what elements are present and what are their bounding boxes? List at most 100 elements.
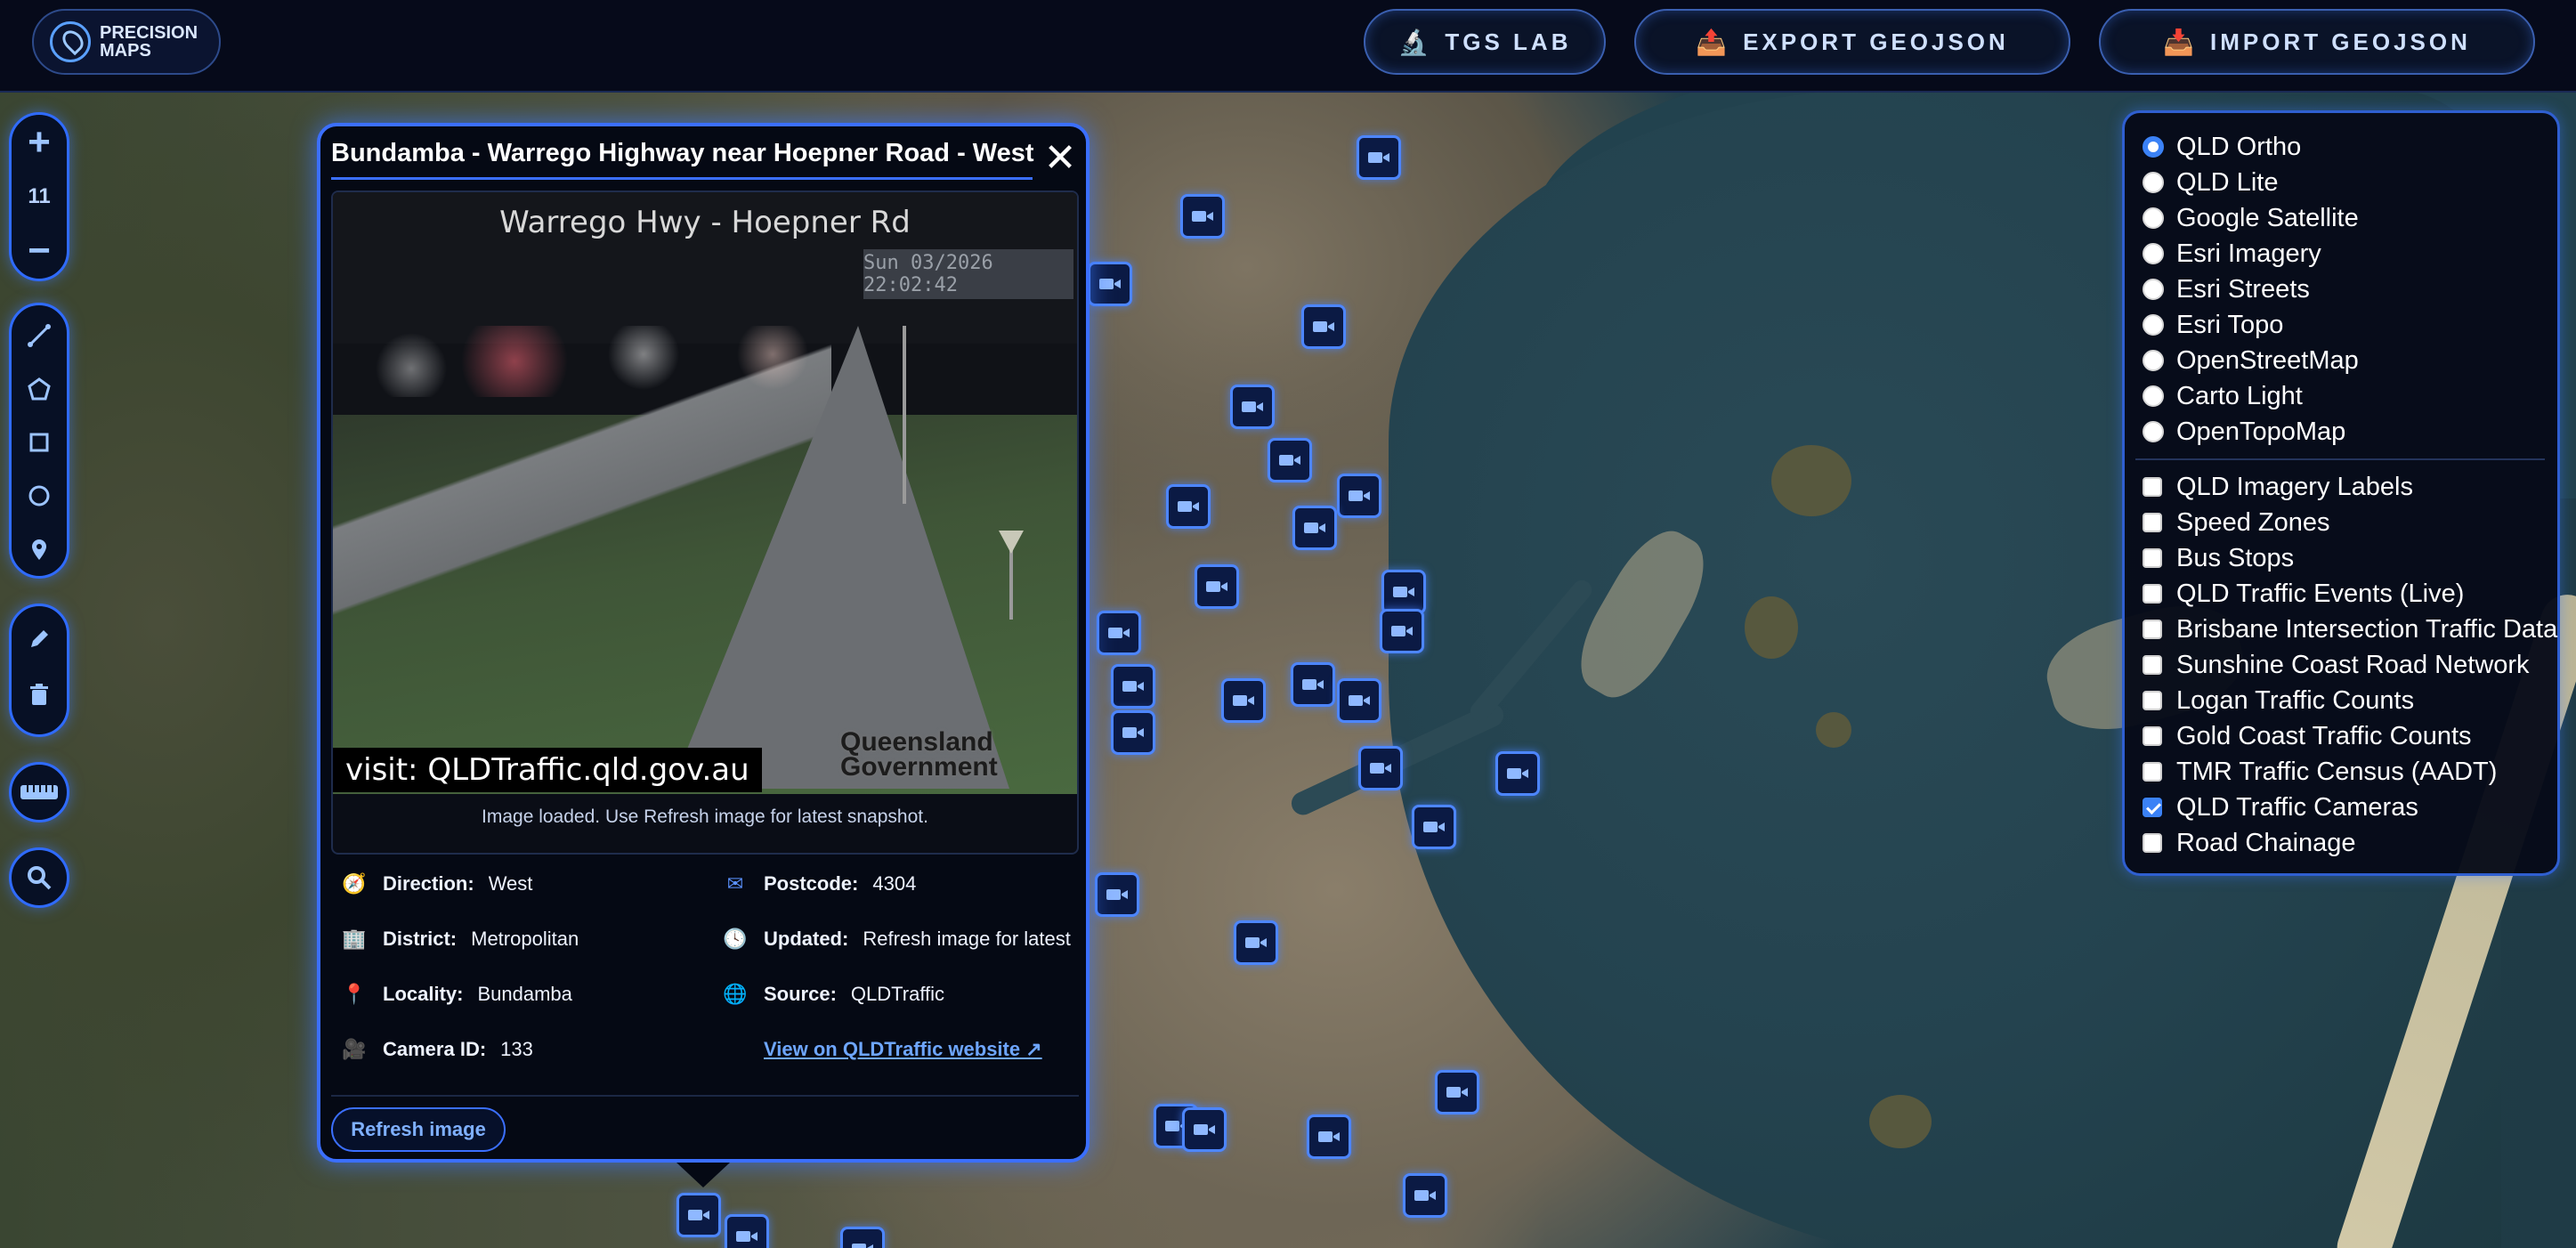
camera-marker-selected[interactable] — [676, 1193, 721, 1237]
checkbox[interactable] — [2143, 833, 2162, 853]
basemap-option[interactable]: OpenTopoMap — [2143, 416, 2345, 448]
camera-marker[interactable] — [1182, 1107, 1227, 1152]
camera-marker[interactable] — [1381, 570, 1426, 614]
radio-button[interactable] — [2143, 314, 2164, 336]
camera-marker[interactable] — [1097, 611, 1141, 655]
marker-icon — [32, 539, 46, 560]
edit-layers-button[interactable] — [12, 612, 67, 667]
radio-button-selected[interactable] — [2143, 136, 2164, 158]
checkbox[interactable] — [2143, 477, 2162, 497]
camera-marker[interactable] — [1403, 1173, 1447, 1218]
camera-marker[interactable] — [1435, 1070, 1479, 1114]
basemap-option[interactable]: Esri Streets — [2143, 273, 2310, 305]
overlay-option[interactable]: Speed Zones — [2143, 506, 2330, 539]
checkbox[interactable] — [2143, 762, 2162, 782]
overlay-option[interactable]: Logan Traffic Counts — [2143, 685, 2414, 717]
measure-button[interactable] — [9, 762, 69, 823]
overlay-option[interactable]: Brisbane Intersection Traffic Data — [2143, 613, 2557, 645]
field-website: View on QLDTraffic website ↗ — [764, 1038, 1042, 1061]
radio-button[interactable] — [2143, 350, 2164, 371]
radio-button[interactable] — [2143, 279, 2164, 300]
qldtraffic-website-link[interactable]: View on QLDTraffic website ↗ — [764, 1038, 1042, 1061]
basemap-option[interactable]: Carto Light — [2143, 380, 2303, 412]
camera-marker[interactable] — [1111, 664, 1155, 709]
basemap-option[interactable]: Esri Topo — [2143, 309, 2283, 341]
basemap-option[interactable]: Esri Imagery — [2143, 238, 2321, 270]
camera-marker[interactable] — [1291, 662, 1335, 707]
tgs-lab-button[interactable]: 🔬 TGS LAB — [1364, 9, 1606, 75]
zoom-out-button[interactable]: − — [12, 223, 67, 279]
zoom-in-button[interactable]: + — [12, 115, 67, 170]
camera-marker[interactable] — [1166, 484, 1211, 529]
camera-marker[interactable] — [1337, 474, 1381, 518]
app-logo[interactable]: PRECISION MAPS — [32, 9, 221, 75]
checkbox[interactable] — [2143, 726, 2162, 746]
overlay-option[interactable]: Bus Stops — [2143, 542, 2294, 574]
video-camera-icon — [1370, 763, 1391, 774]
search-button[interactable] — [9, 847, 69, 908]
camera-snapshot[interactable]: Warrego Hwy - Hoepner Rd Sun 03/2026 22:… — [333, 192, 1077, 794]
overlay-option[interactable]: QLD Traffic Cameras — [2143, 791, 2418, 823]
checkbox[interactable] — [2143, 548, 2162, 568]
camera-marker[interactable] — [1180, 194, 1225, 239]
map-pin-logo-icon — [50, 21, 91, 62]
overlay-option[interactable]: TMR Traffic Census (AADT) — [2143, 756, 2497, 788]
radio-button[interactable] — [2143, 421, 2164, 442]
basemap-option[interactable]: Google Satellite — [2143, 202, 2359, 234]
overlay-option[interactable]: QLD Imagery Labels — [2143, 471, 2413, 503]
video-camera-icon — [1368, 152, 1389, 163]
camera-marker[interactable] — [1292, 506, 1337, 550]
radio-button[interactable] — [2143, 243, 2164, 264]
checkbox[interactable] — [2143, 655, 2162, 675]
camera-marker[interactable] — [1495, 751, 1540, 796]
camera-marker[interactable] — [1268, 438, 1312, 482]
draw-rectangle-button[interactable] — [12, 416, 67, 469]
basemap-label: Esri Topo — [2176, 310, 2284, 339]
overlay-option[interactable]: Gold Coast Traffic Counts — [2143, 720, 2472, 752]
close-icon[interactable]: ✕ — [1040, 136, 1081, 180]
camera-marker[interactable] — [725, 1214, 769, 1248]
camera-marker[interactable] — [1301, 304, 1346, 349]
radio-button[interactable] — [2143, 207, 2164, 229]
camera-marker[interactable] — [1221, 678, 1266, 723]
basemap-option[interactable]: OpenStreetMap — [2143, 344, 2359, 377]
camera-marker[interactable] — [1088, 262, 1132, 306]
basemap-option[interactable]: QLD Lite — [2143, 166, 2278, 199]
draw-polygon-button[interactable] — [12, 362, 67, 416]
rectangle-icon — [29, 433, 49, 452]
overlay-option[interactable]: QLD Traffic Events (Live) — [2143, 578, 2464, 610]
checkbox-checked[interactable] — [2143, 798, 2162, 817]
checkbox[interactable] — [2143, 584, 2162, 604]
basemap-option[interactable]: QLD Ortho — [2143, 131, 2301, 163]
overlay-option[interactable]: Sunshine Coast Road Network — [2143, 649, 2530, 681]
camera-marker[interactable] — [1337, 678, 1381, 723]
delete-layers-button[interactable] — [12, 667, 67, 722]
radio-button[interactable] — [2143, 172, 2164, 193]
overlay-option[interactable]: Road Chainage — [2143, 827, 2356, 859]
draw-polyline-button[interactable] — [12, 309, 67, 362]
checkbox[interactable] — [2143, 691, 2162, 710]
camera-marker[interactable] — [1358, 746, 1403, 790]
radio-button[interactable] — [2143, 385, 2164, 407]
video-camera-icon — [1233, 695, 1254, 706]
camera-marker[interactable] — [1230, 385, 1275, 429]
import-geojson-button[interactable]: 📥 IMPORT GEOJSON — [2099, 9, 2535, 75]
camera-marker[interactable] — [1111, 710, 1155, 755]
camera-marker[interactable] — [1357, 135, 1401, 180]
camera-marker[interactable] — [1095, 872, 1139, 917]
checkbox[interactable] — [2143, 513, 2162, 532]
field-postcode: ✉ Postcode: 4304 — [725, 872, 917, 895]
camera-marker[interactable] — [1234, 920, 1278, 965]
camera-marker[interactable] — [1412, 805, 1456, 849]
video-camera-icon — [1313, 321, 1334, 332]
camera-marker[interactable] — [840, 1227, 885, 1248]
draw-circle-button[interactable] — [12, 469, 67, 523]
refresh-image-button[interactable]: Refresh image — [331, 1107, 506, 1152]
camera-marker[interactable] — [1307, 1114, 1351, 1159]
export-geojson-button[interactable]: 📤 EXPORT GEOJSON — [1634, 9, 2070, 75]
camera-marker[interactable] — [1380, 609, 1424, 653]
edit-pencil-icon — [31, 630, 48, 647]
checkbox[interactable] — [2143, 620, 2162, 639]
draw-marker-button[interactable] — [12, 523, 67, 576]
camera-marker[interactable] — [1195, 564, 1239, 609]
